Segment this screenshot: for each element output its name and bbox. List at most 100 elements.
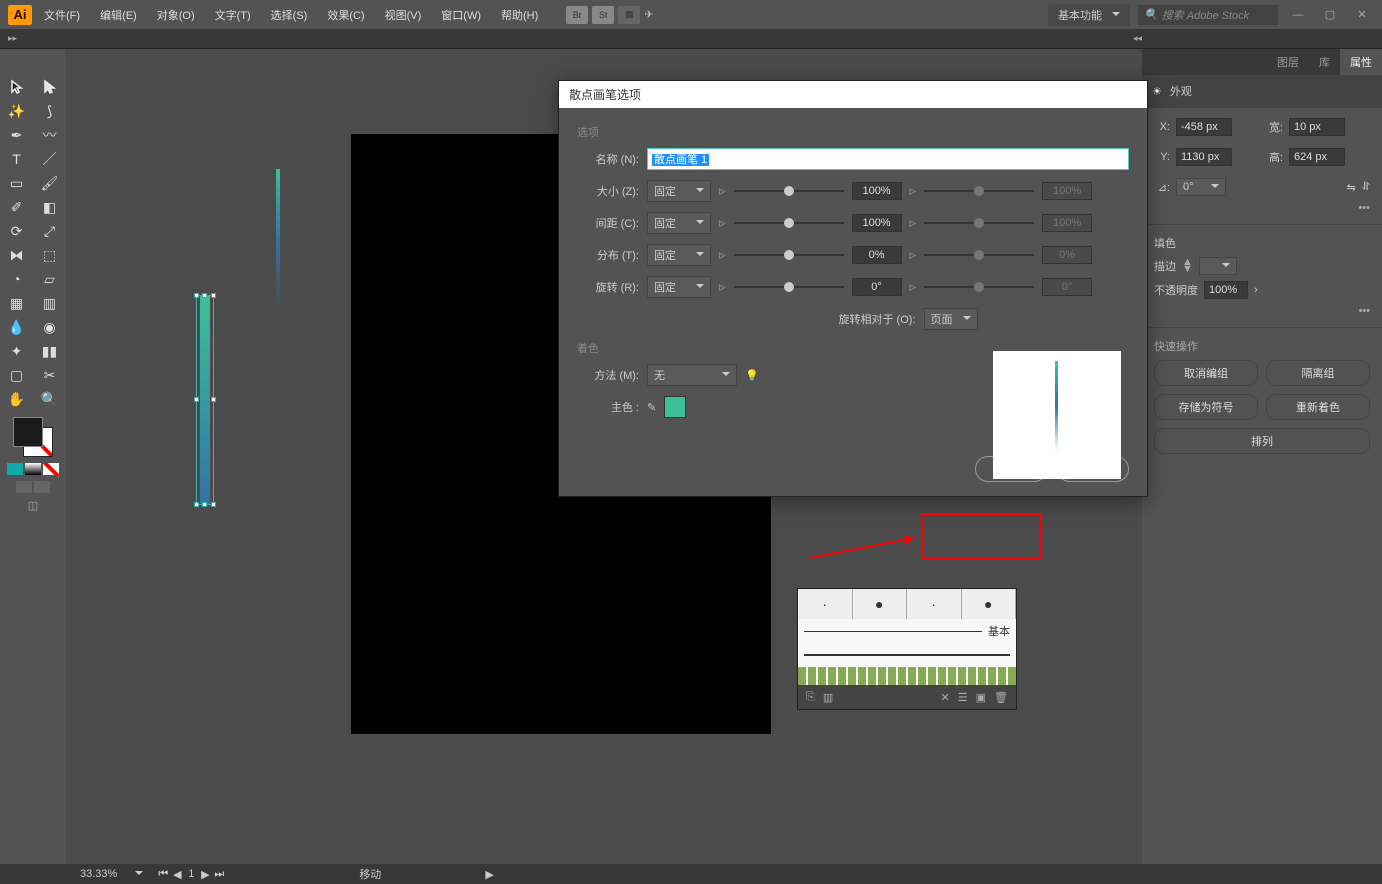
search-stock[interactable]: 🔍搜索 Adobe Stock xyxy=(1138,5,1278,25)
menu-object[interactable]: 对象(O) xyxy=(149,3,203,27)
gradient-tool[interactable]: ▥ xyxy=(33,291,66,315)
spacing-slider[interactable] xyxy=(734,222,844,224)
menu-view[interactable]: 视图(V) xyxy=(377,3,430,27)
fill-stroke-swatch[interactable] xyxy=(13,417,53,457)
colorize-method-select[interactable]: 无 xyxy=(647,364,737,386)
hand-tool[interactable]: ✋ xyxy=(0,387,33,411)
spacing-value[interactable]: 100% xyxy=(852,214,902,232)
artboard-tool[interactable]: ▢ xyxy=(0,363,33,387)
curvature-tool[interactable]: 〰 xyxy=(33,123,66,147)
brush-pattern[interactable] xyxy=(798,667,1016,685)
zoom-tool[interactable]: 🔍 xyxy=(33,387,66,411)
eyedropper-tool[interactable]: 💧 xyxy=(0,315,33,339)
appearance-more-icon[interactable]: ••• xyxy=(1154,305,1370,317)
selection-tool[interactable] xyxy=(0,75,33,99)
scatter-mode-select[interactable]: 固定 xyxy=(647,244,711,266)
delete-brush-icon[interactable]: 🗑 xyxy=(994,691,1008,704)
eraser-tool[interactable]: ◧ xyxy=(33,195,66,219)
flip-v-icon[interactable]: ⥯ xyxy=(1362,181,1370,194)
libraries-icon[interactable]: ⎘ xyxy=(806,691,815,704)
zoom-chevron-icon[interactable] xyxy=(131,868,143,880)
expand-right-icon[interactable]: ◂◂ xyxy=(1133,33,1142,44)
line-tool[interactable]: ／ xyxy=(33,147,66,171)
remove-stroke-icon[interactable]: ✕ xyxy=(941,691,950,704)
paintbrush-tool[interactable]: 🖌 xyxy=(33,171,66,195)
scale-tool[interactable]: ⤢ xyxy=(33,219,66,243)
rotation-mode-select[interactable]: 固定 xyxy=(647,276,711,298)
pen-tool[interactable]: ✒ xyxy=(0,123,33,147)
gpu-icon[interactable]: ✈ xyxy=(644,8,653,21)
magic-wand-tool[interactable]: ✨ xyxy=(0,99,33,123)
menu-edit[interactable]: 编辑(E) xyxy=(92,3,145,27)
menu-file[interactable]: 文件(F) xyxy=(36,3,88,27)
scatter-value[interactable]: 0% xyxy=(852,246,902,264)
window-maximize[interactable]: ▢ xyxy=(1318,6,1342,24)
menu-window[interactable]: 窗口(W) xyxy=(433,3,489,27)
ungroup-button[interactable]: 取消编组 xyxy=(1154,360,1258,386)
bridge-icon[interactable]: Br xyxy=(566,6,588,24)
workspace-switcher[interactable]: 基本功能 xyxy=(1048,4,1130,26)
menu-select[interactable]: 选择(S) xyxy=(263,3,316,27)
menu-effect[interactable]: 效果(C) xyxy=(319,3,372,27)
color-mode-toggles[interactable] xyxy=(7,463,59,475)
scroll-right-icon[interactable]: ▶ xyxy=(485,868,493,881)
shaper-tool[interactable]: ✐ xyxy=(0,195,33,219)
brush-name-input[interactable]: 散点画笔 1 xyxy=(647,148,1129,170)
free-transform-tool[interactable]: ⬚ xyxy=(33,243,66,267)
mesh-tool[interactable]: ▦ xyxy=(0,291,33,315)
screen-overlap-icon[interactable]: ◫ xyxy=(28,499,38,512)
brush-libraries-icon[interactable]: ▥ xyxy=(823,691,833,704)
window-close[interactable]: ✕ xyxy=(1350,6,1374,24)
colorize-tips-icon[interactable]: 💡 xyxy=(745,369,759,382)
stroke-stepper[interactable]: ▲▼ xyxy=(1182,259,1193,273)
blend-tool[interactable]: ◉ xyxy=(33,315,66,339)
menu-help[interactable]: 帮助(H) xyxy=(493,3,546,27)
arrange-button[interactable]: 排列 xyxy=(1154,428,1370,454)
save-symbol-button[interactable]: 存储为符号 xyxy=(1154,394,1258,420)
tab-properties[interactable]: 属性 xyxy=(1340,49,1382,75)
keycolor-swatch[interactable] xyxy=(664,396,686,418)
arrange-docs-icon[interactable]: ▦ xyxy=(618,6,640,24)
size-slider[interactable] xyxy=(734,190,844,192)
brush-basic[interactable]: 基本 xyxy=(798,619,1016,643)
eyedropper-icon[interactable]: ✎ xyxy=(647,401,656,414)
zoom-level[interactable]: 33.33% xyxy=(80,868,117,880)
type-tool[interactable]: T xyxy=(0,147,33,171)
opacity-chevron-icon[interactable]: › xyxy=(1254,284,1258,296)
w-input[interactable] xyxy=(1289,118,1345,136)
options-icon[interactable]: ☰ xyxy=(958,691,968,704)
direct-selection-tool[interactable] xyxy=(33,75,66,99)
stroke-weight[interactable] xyxy=(1199,257,1237,275)
brush-preset-row[interactable]: ·●·● xyxy=(798,589,1016,619)
size-mode-select[interactable]: 固定 xyxy=(647,180,711,202)
selected-object[interactable] xyxy=(196,295,214,505)
tab-layers[interactable]: 图层 xyxy=(1267,49,1309,75)
slice-tool[interactable]: ✂ xyxy=(33,363,66,387)
x-input[interactable] xyxy=(1176,118,1232,136)
spacing-mode-select[interactable]: 固定 xyxy=(647,212,711,234)
lasso-tool[interactable]: ⟆ xyxy=(33,99,66,123)
rotate-tool[interactable]: ⟳ xyxy=(0,219,33,243)
width-tool[interactable]: ⧓ xyxy=(0,243,33,267)
flip-h-icon[interactable]: ⇋ xyxy=(1347,181,1356,194)
h-input[interactable] xyxy=(1289,148,1345,166)
rectangle-tool[interactable]: ▭ xyxy=(0,171,33,195)
more-options-icon[interactable]: ••• xyxy=(1154,202,1370,214)
stock-icon[interactable]: St xyxy=(592,6,614,24)
rotation-value[interactable]: 0° xyxy=(852,278,902,296)
rotation-relative-select[interactable]: 页面 xyxy=(924,308,978,330)
screen-mode-toggles[interactable] xyxy=(16,481,50,493)
opacity-input[interactable] xyxy=(1204,281,1248,299)
shape-builder-tool[interactable]: ◔ xyxy=(0,267,33,291)
size-value[interactable]: 100% xyxy=(852,182,902,200)
perspective-tool[interactable]: ▱ xyxy=(33,267,66,291)
rotation-slider[interactable] xyxy=(734,286,844,288)
menu-type[interactable]: 文字(T) xyxy=(207,3,259,27)
artboard-nav[interactable]: ⏮◀1▶⏭ xyxy=(157,868,225,881)
y-input[interactable] xyxy=(1176,148,1232,166)
new-brush-icon[interactable]: ▣ xyxy=(976,691,986,704)
scatter-slider[interactable] xyxy=(734,254,844,256)
symbol-sprayer-tool[interactable]: ✦ xyxy=(0,339,33,363)
expand-left-icon[interactable]: ▸▸ xyxy=(8,33,17,44)
brush-line[interactable] xyxy=(798,643,1016,667)
